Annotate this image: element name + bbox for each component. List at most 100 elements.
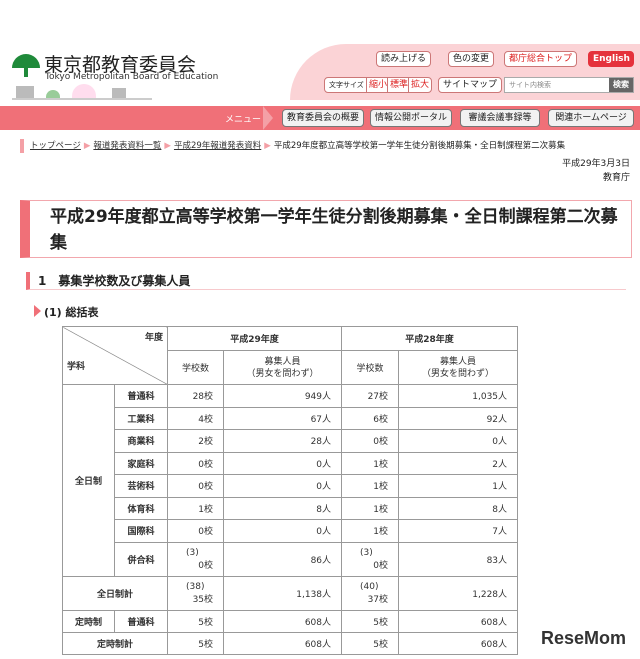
english-button[interactable]: English (588, 51, 634, 67)
read-aloud-button[interactable]: 読み上げる (376, 51, 432, 67)
table-cell: 5校 (167, 631, 225, 655)
table-cell: 0人 (223, 474, 343, 498)
table-cell: 1校 (341, 451, 400, 475)
menu-item-portal[interactable]: 情報公開ポータル (370, 109, 452, 127)
table-cell: 0校 (167, 451, 225, 475)
table-cell: 1人 (398, 474, 519, 498)
metro-top-link[interactable]: 都庁総合トップ (504, 51, 578, 67)
table-cell: 芸術科 (113, 474, 169, 498)
table-cell: 608人 (398, 609, 519, 633)
font-large-button[interactable]: 拡大 (408, 77, 433, 93)
table-cell: 工業科 (113, 406, 169, 430)
table-cell: (38) 35校 (167, 575, 225, 611)
table-cell: 1校 (341, 519, 400, 543)
table-cell: 0校 (167, 519, 225, 543)
logo-subtitle: Tokyo Metropolitan Board of Education (45, 72, 219, 82)
table-cell: 8人 (398, 496, 519, 520)
table-cell: 1校 (341, 496, 400, 520)
table-cell: (40) 37校 (341, 575, 400, 611)
table-cell: 2校 (167, 429, 225, 453)
table-cell: 定時制計 (61, 631, 169, 655)
table-cell: 0校 (341, 429, 400, 453)
table-cell: 8人 (223, 496, 343, 520)
chevron-right-icon: ▶ (264, 141, 271, 151)
col-header: 学校数 (341, 350, 400, 385)
menu-item-links[interactable]: 関連ホームページ (548, 109, 634, 127)
table-cell: 5校 (167, 609, 225, 633)
chevron-right-icon: ▶ (164, 141, 171, 151)
table-cell: 2人 (398, 451, 519, 475)
table-row: 国際科 0校 0人 1校 7人 (63, 519, 519, 543)
table-cell: 5校 (341, 609, 400, 633)
year-header: 平成28年度 (341, 326, 519, 351)
chevron-right-icon: ▶ (83, 141, 91, 151)
breadcrumb-home[interactable]: トップページ (30, 141, 81, 151)
table-cell: 27校 (341, 384, 400, 408)
table-cell: 1,035人 (398, 384, 519, 408)
table-cell: 28人 (223, 429, 343, 453)
summary-table: 年度 学科 平成29年度 平成28年度 学校数 募集人員 （男女を問わず） 学校数… (61, 326, 519, 655)
table-row: 定時制 普通科 5校 608人 5校 608人 (62, 609, 519, 633)
table-row: 商業科 2校 28人 0校 0人 (63, 429, 519, 453)
table-cell: 全日制 (62, 384, 115, 577)
table-cell: 体育科 (113, 496, 169, 520)
table-cell: 7人 (398, 519, 519, 543)
table-cell: 83人 (398, 541, 519, 577)
table-cell: 全日制計 (61, 575, 169, 611)
site-search-input[interactable]: サイト内検索 検索 (504, 77, 634, 93)
table-row: 芸術科 0校 0人 1校 1人 (63, 474, 519, 498)
table-cell: 608人 (398, 631, 519, 655)
table-cell: 商業科 (113, 429, 169, 453)
town-illustration (12, 84, 152, 100)
menu-label: メニュー (225, 115, 262, 125)
subsection-heading: (1) 総括表 (34, 305, 99, 319)
table-cell: 4校 (167, 406, 225, 430)
color-change-button[interactable]: 色の変更 (448, 51, 495, 67)
table-cell: (3) 0校 (167, 541, 225, 577)
table-row: 定時制計 5校 608人 5校 608人 (61, 631, 519, 655)
table-row: 体育科 1校 8人 1校 8人 (63, 496, 519, 520)
publish-date: 平成29年3月3日 (562, 159, 630, 169)
table-cell: 1,228人 (398, 575, 519, 611)
ginkgo-icon (12, 54, 40, 68)
menu-item-minutes[interactable]: 審議会議事録等 (460, 109, 540, 127)
table-cell: 0人 (398, 429, 519, 453)
year-header: 平成29年度 (167, 326, 343, 351)
table-cell: 949人 (223, 384, 343, 408)
table-cell: 国際科 (113, 519, 169, 543)
breadcrumb-press-list[interactable]: 報道発表資料一覧 (93, 141, 161, 151)
table-row: 工業科 4校 67人 6校 92人 (63, 406, 519, 430)
table-cell: 0人 (223, 451, 343, 475)
issuer: 教育庁 (602, 173, 630, 183)
table-cell: 86人 (223, 541, 343, 577)
table-cell: 0校 (167, 474, 225, 498)
table-cell: 67人 (223, 406, 343, 430)
table-cell: 92人 (398, 406, 519, 430)
table-cell: 0人 (223, 519, 343, 543)
menu-item-overview[interactable]: 教育委員会の概要 (282, 109, 364, 127)
col-header: 募集人員 （男女を問わず） (223, 350, 343, 385)
breadcrumb-press-2017[interactable]: 平成29年報道発表資料 (174, 141, 261, 151)
col-header: 学校数 (167, 350, 225, 385)
table-cell: 普通科 (113, 384, 169, 408)
table-cell: 28校 (167, 384, 225, 408)
table-cell: 普通科 (113, 609, 169, 633)
sitemap-link[interactable]: サイトマップ (438, 77, 503, 93)
table-row: 併合科 (3) 0校 86人 (3) 0校 83人 (63, 541, 519, 577)
table-cell: 定時制 (62, 609, 115, 633)
page-title: 平成29年度都立高等学校第一学年生徒分割後期募集・全日制課程第二次募集 (20, 200, 632, 258)
table-cell: 1校 (167, 496, 225, 520)
table-cell: 608人 (223, 609, 343, 633)
table-cell: (3) 0校 (341, 541, 400, 577)
table-row: 家庭科 0校 0人 1校 2人 (63, 451, 519, 475)
table-cell: 家庭科 (113, 451, 169, 475)
watermark-logo: ReseMom (540, 628, 626, 648)
col-header: 募集人員 （男女を問わず） (398, 350, 519, 385)
search-button[interactable]: 検索 (609, 78, 633, 92)
table-cell: 1校 (341, 474, 400, 498)
table-cell: 6校 (341, 406, 400, 430)
table-row: 全日制計 (38) 35校 1,138人 (40) 37校 1,228人 (61, 575, 519, 611)
breadcrumb-current: 平成29年度都立高等学校第一学年生徒分割後期募集・全日制課程第二次募集 (273, 141, 566, 151)
table-cell: 608人 (223, 631, 343, 655)
menu-bar: メニュー 教育委員会の概要 情報公開ポータル 審議会議事録等 関連ホームページ (0, 106, 640, 130)
